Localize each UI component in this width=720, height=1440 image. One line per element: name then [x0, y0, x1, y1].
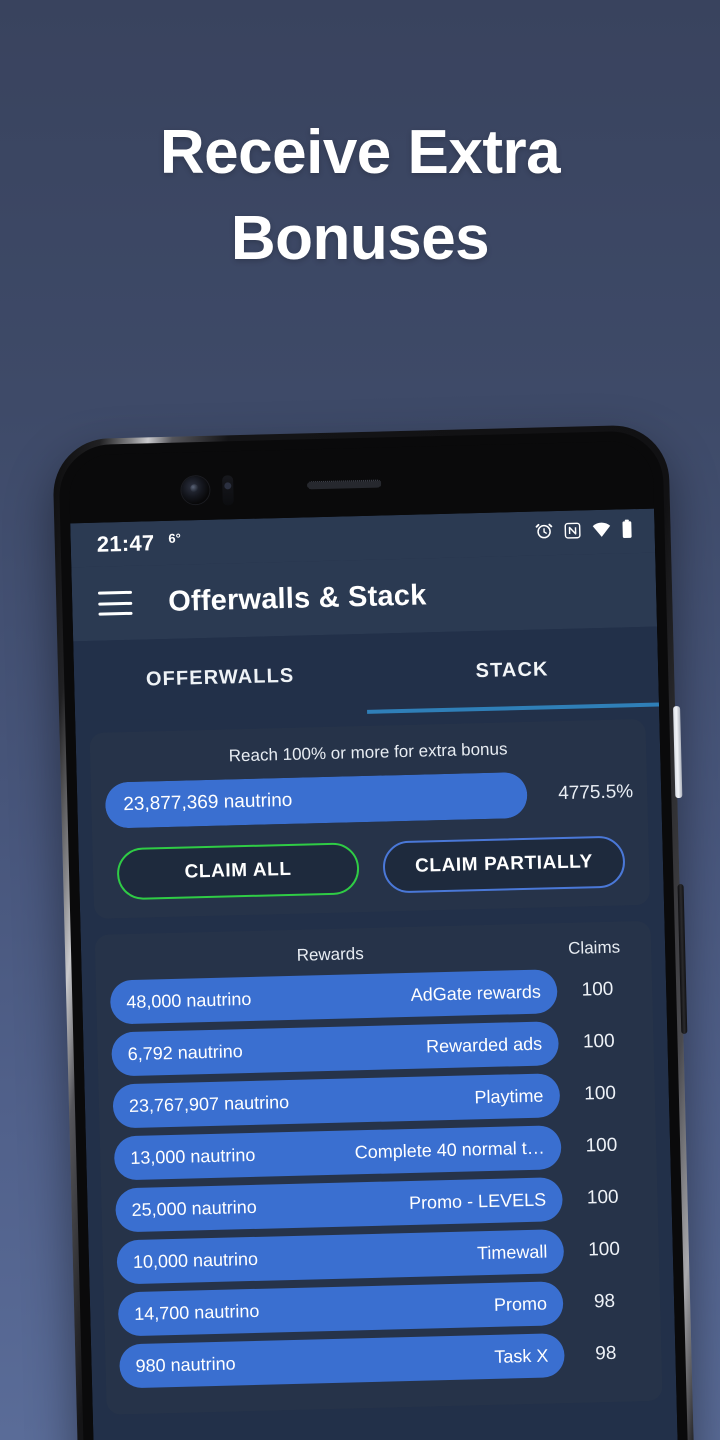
- table-row[interactable]: 10,000 nautrino Timewall 100: [116, 1227, 645, 1285]
- reward-source-label: Complete 40 normal t…: [354, 1137, 545, 1162]
- table-row[interactable]: 980 nautrino Task X 98: [119, 1331, 648, 1389]
- hamburger-line: [98, 611, 133, 616]
- nfc-icon: [563, 521, 582, 544]
- bonus-progress-fill: 23,877,369 nautrino: [104, 771, 528, 829]
- status-bar-clock: 21:47: [96, 530, 155, 557]
- reward-amount: 980 nautrino: [135, 1352, 236, 1376]
- proximity-sensor-icon: [222, 475, 234, 506]
- tab-stack[interactable]: STACK: [365, 627, 659, 714]
- table-row[interactable]: 25,000 nautrino Promo - LEVELS 100: [115, 1175, 644, 1233]
- reward-bar[interactable]: 13,000 nautrino Complete 40 normal t…: [113, 1125, 562, 1181]
- power-button[interactable]: [673, 705, 683, 799]
- phone-screen: 21:47 6° Offerwalls & Stack OFFERWALLS S…: [68, 440, 679, 1440]
- hamburger-line: [97, 590, 133, 595]
- tab-offerwalls[interactable]: OFFERWALLS: [73, 634, 367, 721]
- reward-amount: 10,000 nautrino: [132, 1248, 259, 1272]
- bonus-card: Reach 100% or more for extra bonus 23,87…: [89, 718, 651, 919]
- reward-bar[interactable]: 25,000 nautrino Promo - LEVELS: [115, 1177, 563, 1233]
- earpiece-speaker-icon: [307, 479, 382, 490]
- reward-claims-count: 100: [581, 978, 614, 1001]
- table-row[interactable]: 23,767,907 nautrino Playtime 100: [112, 1071, 641, 1129]
- content-area: Reach 100% or more for extra bonus 23,87…: [75, 707, 676, 1416]
- reward-amount: 14,700 nautrino: [133, 1300, 260, 1324]
- reward-bar[interactable]: 6,792 nautrino Rewarded ads: [111, 1021, 559, 1077]
- bonus-progress-percent: 4775.5%: [557, 781, 634, 805]
- battery-icon: [621, 519, 633, 543]
- tab-bar: OFFERWALLS STACK: [73, 626, 660, 722]
- reward-source-label: Task X: [494, 1345, 549, 1367]
- hamburger-menu-icon[interactable]: [97, 590, 133, 616]
- rewards-card: Rewards Claims 48,000 nautrino AdGate rew…: [94, 920, 663, 1415]
- reward-source-label: AdGate rewards: [410, 981, 542, 1005]
- reward-claims-count: 100: [583, 1082, 617, 1105]
- claim-partially-button[interactable]: CLAIM PARTIALLY: [382, 835, 626, 894]
- phone-mockup: 21:47 6° Offerwalls & Stack OFFERWALLS S…: [52, 424, 695, 1440]
- column-header-claims: Claims: [567, 937, 621, 958]
- hamburger-line: [98, 601, 133, 606]
- wifi-icon: [591, 521, 612, 542]
- bonus-progress-bar: 23,877,369 nautrino: [104, 771, 528, 829]
- status-bar-icons: [534, 519, 633, 545]
- reward-bar[interactable]: 980 nautrino Task X: [119, 1333, 565, 1389]
- reward-amount: 13,000 nautrino: [130, 1144, 256, 1168]
- alarm-icon: [534, 521, 554, 545]
- reward-amount: 6,792 nautrino: [127, 1040, 243, 1064]
- reward-claims-count: 100: [586, 1186, 619, 1209]
- page-title: Offerwalls & Stack: [167, 578, 427, 618]
- reward-claims-count: 100: [582, 1030, 615, 1053]
- reward-amount: 48,000 nautrino: [126, 988, 252, 1012]
- headline-line-2: Bonuses: [230, 204, 490, 273]
- table-row[interactable]: 14,700 nautrino Promo 98: [117, 1279, 647, 1337]
- headline-line-1: Receive Extra: [159, 118, 561, 187]
- table-row[interactable]: 13,000 nautrino Complete 40 normal t… 100: [113, 1123, 643, 1181]
- claim-all-button[interactable]: CLAIM ALL: [116, 842, 360, 901]
- reward-claims-count: 100: [585, 1134, 618, 1157]
- front-camera-icon: [181, 475, 210, 505]
- reward-claims-count: 100: [587, 1238, 621, 1261]
- bonus-progress-value: 23,877,369 nautrino: [123, 789, 293, 816]
- reward-bar[interactable]: 10,000 nautrino Timewall: [116, 1229, 564, 1285]
- reward-source-label: Promo: [493, 1293, 548, 1315]
- column-header-rewards: Rewards: [296, 944, 364, 965]
- reward-claims-count: 98: [595, 1342, 617, 1365]
- reward-amount: 23,767,907 nautrino: [128, 1091, 290, 1116]
- reward-bar[interactable]: 23,767,907 nautrino Playtime: [112, 1073, 560, 1129]
- reward-claims-count: 98: [593, 1290, 616, 1313]
- reward-bar[interactable]: 14,700 nautrino Promo: [117, 1281, 564, 1337]
- rewards-row-list: 48,000 nautrino AdGate rewards 100 6,792 na…: [109, 967, 648, 1389]
- table-row[interactable]: 6,792 nautrino Rewarded ads 100: [111, 1019, 640, 1077]
- promo-headline: Receive Extra Bonuses: [0, 110, 720, 282]
- reward-source-label: Rewarded ads: [425, 1033, 543, 1057]
- status-bar-temperature: 6°: [168, 530, 182, 546]
- reward-amount: 25,000 nautrino: [131, 1196, 257, 1220]
- bonus-button-row: CLAIM ALL CLAIM PARTIALLY: [106, 835, 635, 901]
- reward-source-label: Timewall: [476, 1241, 548, 1263]
- reward-source-label: Playtime: [474, 1085, 544, 1107]
- reward-source-label: Promo - LEVELS: [408, 1189, 547, 1213]
- app-viewport: 21:47 6° Offerwalls & Stack OFFERWALLS S…: [70, 508, 679, 1440]
